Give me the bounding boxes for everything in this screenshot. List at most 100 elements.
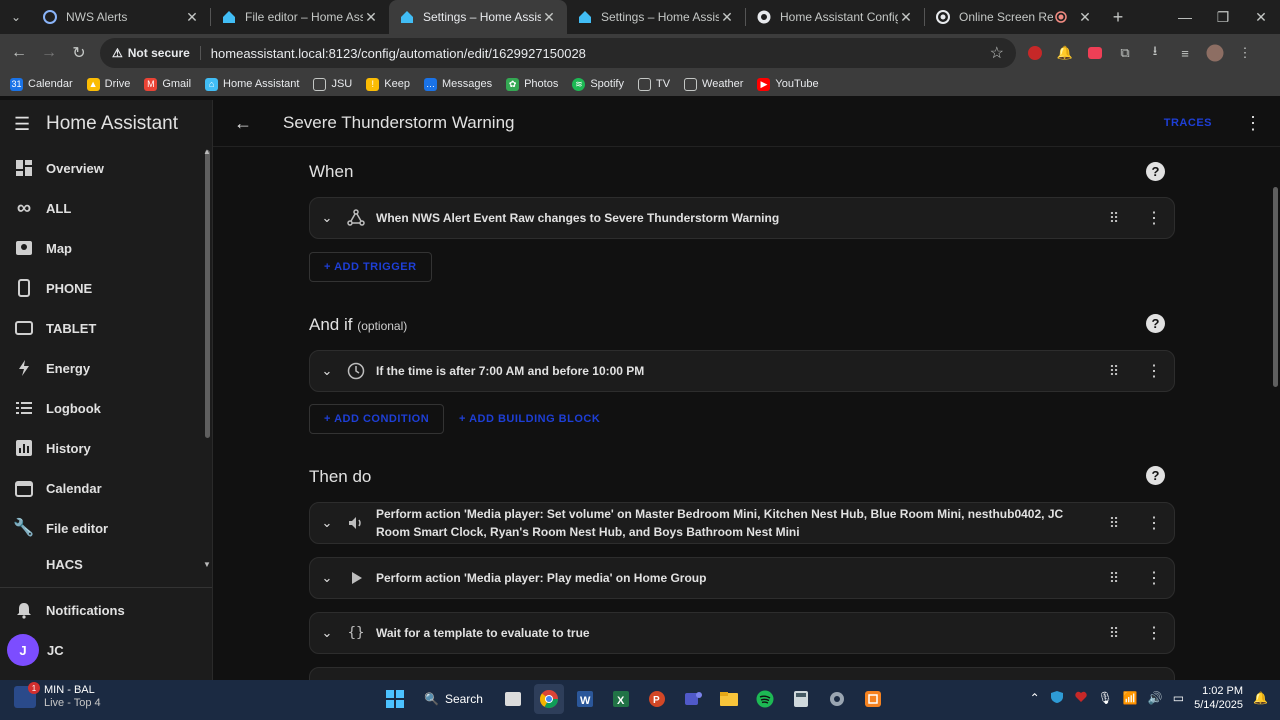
wifi-icon[interactable]: 📶 xyxy=(1123,691,1138,705)
settings-gear-icon[interactable] xyxy=(822,684,852,714)
bookmark-jsu[interactable]: JSU xyxy=(313,77,352,91)
sidebar-item-overview[interactable]: Overview xyxy=(0,148,212,188)
excel-icon[interactable]: X xyxy=(606,684,636,714)
bookmark-spotify[interactable]: ≋ Spotify xyxy=(572,77,624,91)
calculator-icon[interactable] xyxy=(786,684,816,714)
sidebar-item-energy[interactable]: Energy xyxy=(0,348,212,388)
action-card-partial[interactable] xyxy=(309,667,1175,680)
condition-card[interactable]: ⌄ If the time is after 7:00 AM and befor… xyxy=(309,350,1175,392)
browser-menu-icon[interactable]: ⋮ xyxy=(1234,42,1256,64)
close-icon[interactable]: ✕ xyxy=(719,9,735,26)
trigger-card[interactable]: ⌄ When NWS Alert Event Raw changes to Se… xyxy=(309,197,1175,239)
tab-nws-alerts[interactable]: NWS Alerts ✕ xyxy=(32,0,210,34)
word-icon[interactable]: W xyxy=(570,684,600,714)
bookmark-photos[interactable]: ✿ Photos xyxy=(506,77,558,91)
add-trigger-button[interactable]: + ADD TRIGGER xyxy=(309,252,432,282)
sidebar-item-phone[interactable]: PHONE xyxy=(0,268,212,308)
drag-handle-icon[interactable]: ⠿ xyxy=(1094,625,1134,642)
help-icon[interactable]: ? xyxy=(1146,314,1165,333)
taskbar-clock[interactable]: 1:02 PM 5/14/2025 xyxy=(1194,684,1243,712)
spotify-icon[interactable] xyxy=(750,684,780,714)
chevron-down-icon[interactable]: ⌄ xyxy=(310,363,344,379)
traces-button[interactable]: TRACES xyxy=(1164,117,1212,129)
add-condition-button[interactable]: + ADD CONDITION xyxy=(309,404,445,434)
bookmark-home-assistant[interactable]: ⌂ Home Assistant xyxy=(205,77,299,91)
new-tab-button[interactable]: + xyxy=(1103,7,1133,28)
item-menu-icon[interactable]: ⋮ xyxy=(1134,568,1174,588)
action-card[interactable]: ⌄ Perform action 'Media player: Set volu… xyxy=(309,502,1175,544)
sidebar-item-calendar[interactable]: Calendar xyxy=(0,468,212,508)
tray-heart-icon[interactable] xyxy=(1074,690,1088,707)
add-building-block-button[interactable]: + ADD BUILDING BLOCK xyxy=(459,404,600,434)
help-icon[interactable]: ? xyxy=(1146,162,1165,181)
overflow-menu-icon[interactable]: ⋮ xyxy=(1238,113,1268,134)
sidebar-item-history[interactable]: History xyxy=(0,428,212,468)
sidebar-item-user[interactable]: J JC xyxy=(0,630,212,670)
reload-icon[interactable]: ↻ xyxy=(64,38,94,68)
menu-toggle-icon[interactable]: ☰ xyxy=(14,114,34,135)
bookmark-youtube[interactable]: ▶ YouTube xyxy=(757,77,819,91)
windows-start-icon[interactable] xyxy=(380,684,410,714)
drag-handle-icon[interactable]: ⠿ xyxy=(1094,515,1134,532)
tab-github[interactable]: Home Assistant Configurat ✕ xyxy=(746,0,924,34)
chevron-down-icon[interactable]: ⌄ xyxy=(310,515,344,531)
omnibox[interactable]: ⚠ Not secure homeassistant.local:8123/co… xyxy=(100,38,1016,68)
item-menu-icon[interactable]: ⋮ xyxy=(1134,623,1174,643)
download-icon[interactable]: ⭳ xyxy=(1144,42,1166,64)
forward-arrow-icon[interactable]: → xyxy=(34,38,64,68)
back-arrow-icon[interactable]: ← xyxy=(213,113,273,134)
bookmark-messages[interactable]: … Messages xyxy=(423,77,492,91)
microphone-icon[interactable]: 🎙 xyxy=(1098,691,1113,705)
minimize-icon[interactable]: — xyxy=(1166,0,1204,34)
tab-search-icon[interactable]: ⌄ xyxy=(0,0,32,34)
security-indicator[interactable]: ⚠ Not secure xyxy=(112,46,201,60)
item-menu-icon[interactable]: ⋮ xyxy=(1134,208,1174,228)
bookmark-gmail[interactable]: M Gmail xyxy=(144,77,191,91)
scroll-down-icon[interactable]: ▼ xyxy=(203,560,211,569)
action-card[interactable]: ⌄ Perform action 'Media player: Play med… xyxy=(309,557,1175,599)
bookmark-keep[interactable]: ! Keep xyxy=(366,77,410,91)
sidebar-item-notifications[interactable]: Notifications xyxy=(0,590,212,630)
bookmark-weather[interactable]: Weather xyxy=(684,77,743,91)
drag-handle-icon[interactable]: ⠿ xyxy=(1094,210,1134,227)
extensions-puzzle-icon[interactable]: ⧉ xyxy=(1114,42,1136,64)
pocket-icon[interactable] xyxy=(1084,42,1106,64)
security-shield-icon[interactable] xyxy=(1050,690,1064,707)
tray-overflow-icon[interactable]: ⌃ xyxy=(1030,691,1040,705)
restore-icon[interactable]: ❐ xyxy=(1204,0,1242,34)
close-icon[interactable]: ✕ xyxy=(898,9,914,26)
bookmark-drive[interactable]: ▲ Drive xyxy=(86,77,130,91)
taskbar-search[interactable]: 🔍 Search xyxy=(416,684,492,714)
tab-screen-recorder[interactable]: Online Screen Recorde ✕ xyxy=(925,0,1103,34)
extension-bell-icon[interactable]: 🔔 xyxy=(1054,42,1076,64)
close-icon[interactable]: ✕ xyxy=(184,9,200,26)
item-menu-icon[interactable]: ⋮ xyxy=(1134,361,1174,381)
powerpoint-icon[interactable]: P xyxy=(642,684,672,714)
app-orange-icon[interactable] xyxy=(858,684,888,714)
bookmark-calendar[interactable]: 31 Calendar xyxy=(10,77,73,91)
sidebar-scrollbar[interactable] xyxy=(205,150,210,438)
bookmark-star-icon[interactable]: ☆ xyxy=(990,43,1004,63)
back-arrow-icon[interactable]: ← xyxy=(4,38,34,68)
tab-file-editor[interactable]: File editor – Home Assistant ✕ xyxy=(211,0,389,34)
content-scrollbar[interactable] xyxy=(1273,187,1278,387)
task-view-icon[interactable] xyxy=(498,684,528,714)
close-icon[interactable]: ✕ xyxy=(541,9,557,26)
close-icon[interactable]: ✕ xyxy=(363,9,379,26)
chevron-down-icon[interactable]: ⌄ xyxy=(310,210,344,226)
scroll-up-icon[interactable]: ▲ xyxy=(203,147,211,156)
sidebar-item-all[interactable]: ∞ ALL xyxy=(0,188,212,228)
chevron-down-icon[interactable]: ⌄ xyxy=(310,625,344,641)
sidebar-item-tablet[interactable]: TABLET xyxy=(0,308,212,348)
profile-avatar-icon[interactable] xyxy=(1204,42,1226,64)
drag-handle-icon[interactable]: ⠿ xyxy=(1094,363,1134,380)
tab-settings-active[interactable]: Settings – Home Assistant ✕ xyxy=(389,0,567,34)
drag-handle-icon[interactable]: ⠿ xyxy=(1094,570,1134,587)
volume-icon[interactable]: 🔊 xyxy=(1148,691,1163,705)
item-menu-icon[interactable]: ⋮ xyxy=(1134,513,1174,533)
sidebar-item-hacs[interactable]: HACS xyxy=(0,548,212,572)
window-close-icon[interactable]: ✕ xyxy=(1242,0,1280,34)
help-icon[interactable]: ? xyxy=(1146,466,1165,485)
file-explorer-icon[interactable] xyxy=(714,684,744,714)
url-text[interactable]: homeassistant.local:8123/config/automati… xyxy=(211,46,990,61)
